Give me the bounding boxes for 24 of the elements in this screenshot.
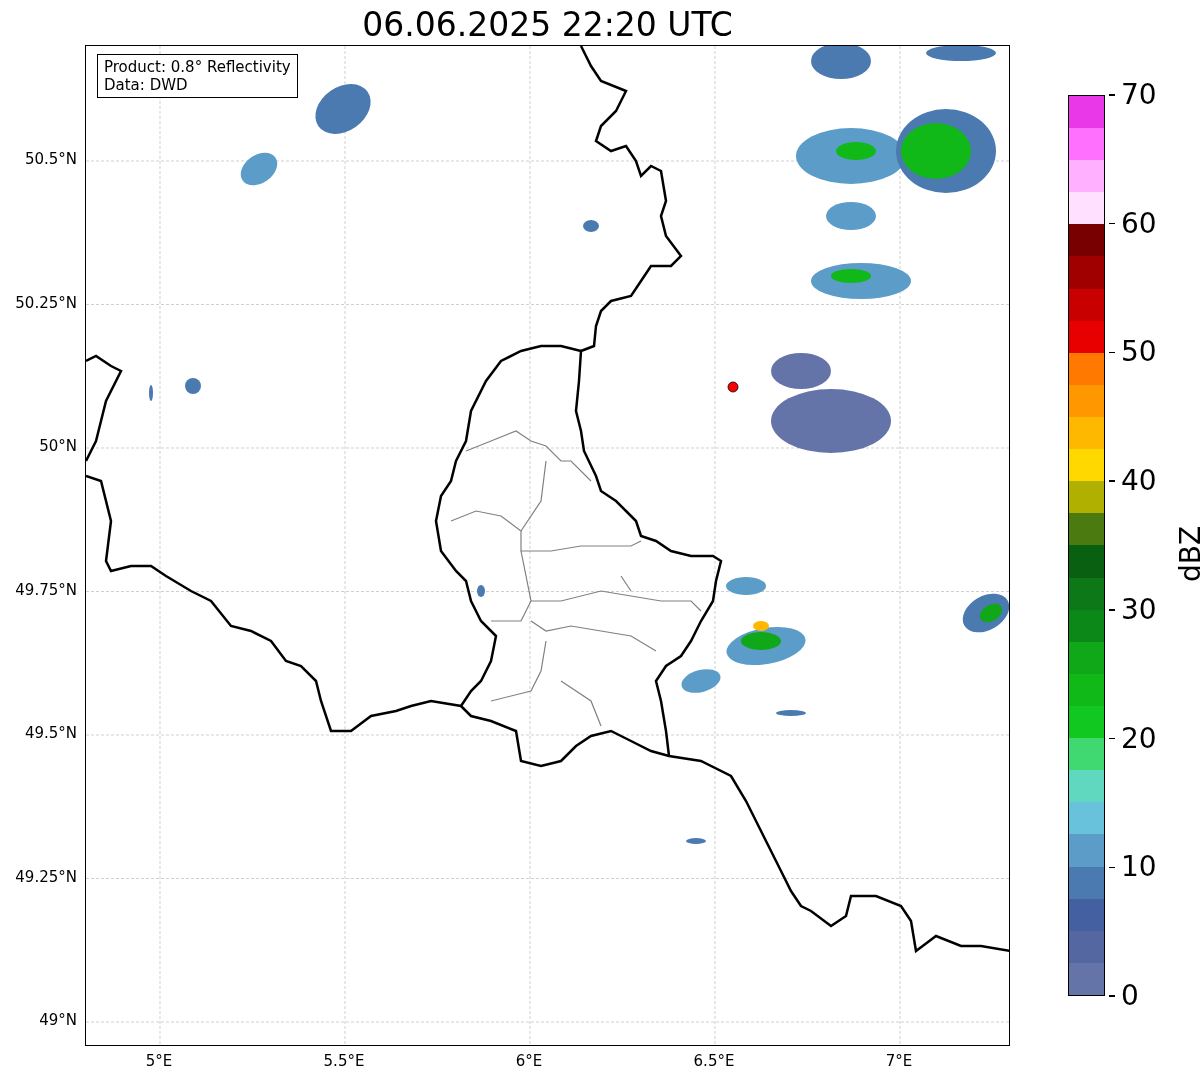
longitude-tick-label: 7°E (885, 1054, 913, 1069)
colorbar-tick-label: 50 (1109, 338, 1157, 367)
longitude-tick-label: 6°E (515, 1054, 543, 1069)
latitude-tick-label: 49.5°N (24, 726, 77, 741)
latitude-tick-label: 50.25°N (15, 295, 77, 311)
chart-title: 06.06.2025 22:20 UTC (362, 8, 733, 45)
colorbar-tick-label: 0 (1109, 982, 1139, 1010)
colorbar-tick-label: 60 (1109, 209, 1157, 238)
longitude-tick-label: 6.5°E (693, 1054, 735, 1069)
colorbar-label: dBZ (1177, 525, 1202, 583)
latitude-tick-label: 49°N (39, 1013, 77, 1028)
colorbar-tick-label: 70 (1109, 81, 1157, 109)
longitude-tick-label: 5°E (145, 1054, 173, 1069)
latitude-tick-label: 50.5°N (24, 152, 77, 167)
colorbar-tick-label: 40 (1109, 467, 1157, 496)
latitude-tick-label: 49.75°N (15, 582, 77, 598)
info-text: Data: DWD (104, 76, 189, 94)
colorbar-tick-label: 30 (1109, 595, 1157, 624)
latitude-tick-label: 50°N (39, 439, 77, 454)
colorbar-tick-label: 20 (1109, 724, 1157, 753)
colorbar-tick-label: 10 (1109, 853, 1157, 882)
latitude-tick-label: 49.25°N (15, 869, 77, 885)
info-text: Product: 0.8° Reflectivity (104, 58, 291, 76)
longitude-tick-label: 5.5°E (323, 1054, 365, 1069)
